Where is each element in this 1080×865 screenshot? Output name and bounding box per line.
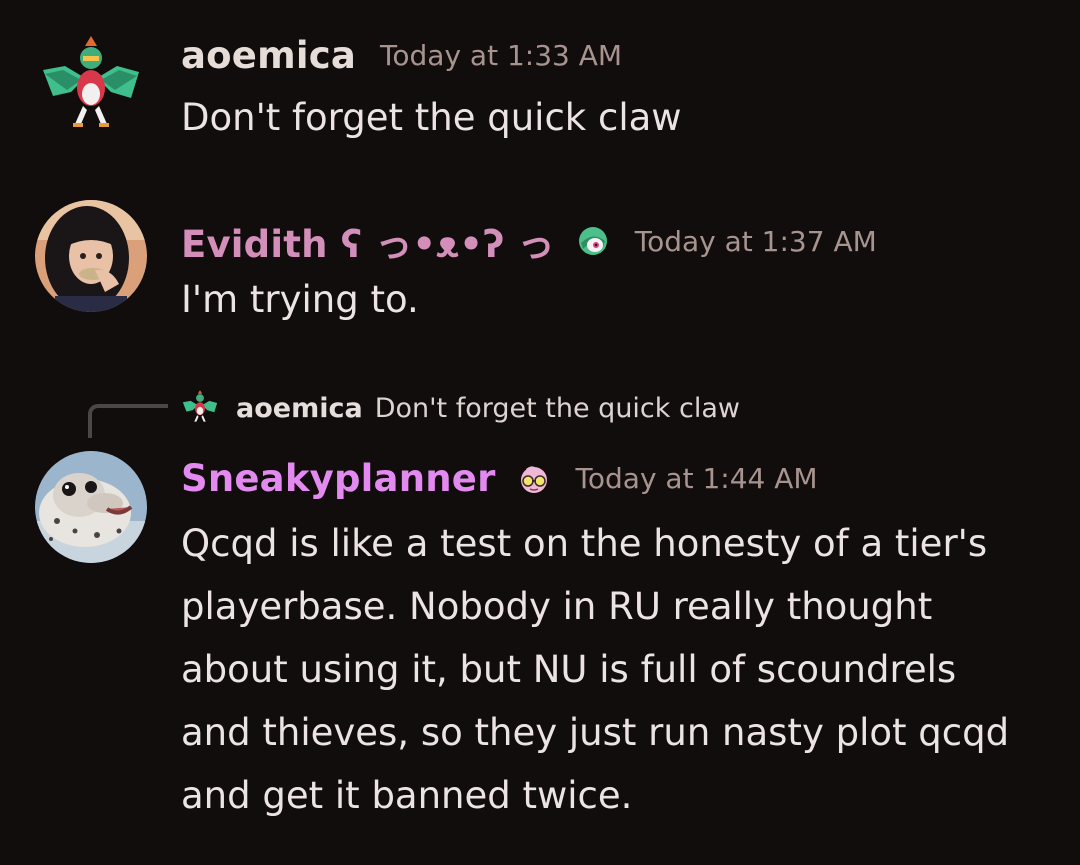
- timestamp: Today at 1:33 AM: [380, 39, 623, 72]
- message-text: Qcqd is like a test on the honesty of a …: [181, 512, 1041, 827]
- message-text: I'm trying to.: [181, 278, 419, 321]
- message-header: Evidith ʕ っ•ᴥ•ʔ っ Today at 1:37 AM: [181, 214, 877, 268]
- chat-log: aoemica Today at 1:33 AM Don't forget th…: [0, 0, 1080, 865]
- username[interactable]: aoemica: [181, 34, 356, 77]
- user-photo-avatar: [35, 200, 147, 312]
- reply-preview[interactable]: aoemica Don't forget the quick claw: [180, 388, 740, 428]
- jigglypuff-sunglasses-icon: [516, 461, 552, 497]
- seal-photo-avatar: [35, 451, 147, 563]
- avatar[interactable]: [35, 451, 147, 563]
- timestamp: Today at 1:44 AM: [575, 462, 818, 495]
- message-line: Qcqd is like a test on the honesty of a …: [181, 522, 988, 565]
- avatar[interactable]: [35, 30, 147, 142]
- message-line: and thieves, so they just run nasty plot…: [181, 711, 1010, 754]
- username[interactable]: Evidith ʕ っ•ᴥ•ʔ っ: [181, 214, 555, 268]
- message-line: about using it, but NU is full of scound…: [181, 648, 957, 691]
- username[interactable]: Sneakyplanner: [181, 457, 496, 500]
- avatar[interactable]: [35, 200, 147, 312]
- message-line: playerbase. Nobody in RU really thought: [181, 585, 933, 628]
- hawlucha-sprite-icon: [43, 36, 139, 127]
- message-text: Don't forget the quick claw: [181, 96, 682, 139]
- message-header: aoemica Today at 1:33 AM: [181, 34, 622, 77]
- reply-username[interactable]: aoemica: [236, 393, 363, 424]
- message-header: Sneakyplanner Today at 1:44 AM: [181, 457, 818, 500]
- reply-text: Don't forget the quick claw: [374, 392, 740, 424]
- message-line: and get it banned twice.: [181, 774, 633, 817]
- timestamp: Today at 1:37 AM: [634, 224, 877, 258]
- reply-connector: [88, 404, 168, 438]
- gardevoir-icon: [575, 223, 611, 259]
- hawlucha-sprite-icon: [180, 388, 220, 428]
